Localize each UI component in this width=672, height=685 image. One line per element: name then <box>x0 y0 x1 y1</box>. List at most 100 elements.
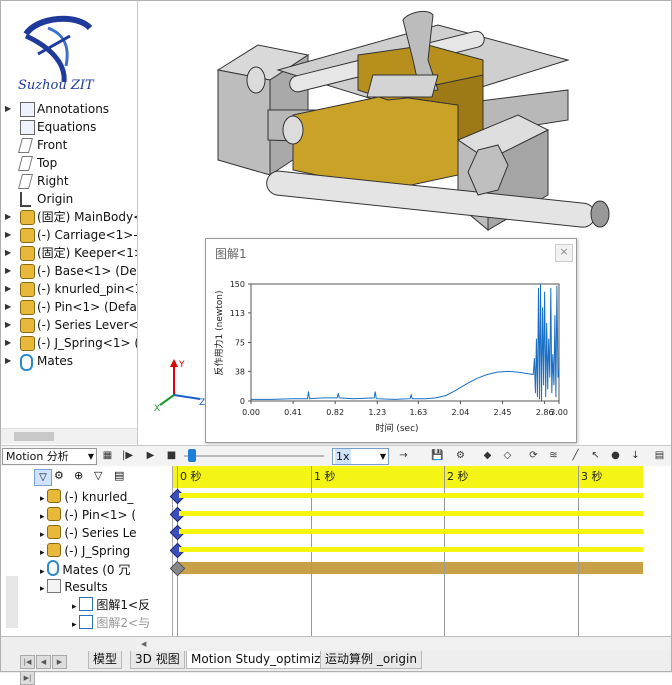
chevron-right-icon[interactable]: ▸ <box>40 512 47 522</box>
equations-icon <box>20 120 35 135</box>
add-key-icon[interactable]: ◇ <box>500 448 515 463</box>
timeline-second-label: 2 秒 <box>447 470 469 483</box>
tree-item-label: Top <box>37 156 58 170</box>
animation-wizard-icon[interactable]: ⚙ <box>453 448 468 463</box>
timeline-change-bar[interactable] <box>179 529 643 534</box>
tree-horizontal-scrollbar[interactable] <box>0 428 137 444</box>
chevron-right-icon[interactable]: ▸ <box>40 530 47 540</box>
play-icon[interactable]: ▶ <box>143 448 158 463</box>
motion-timeline[interactable]: 0 秒 1 秒 2 秒 3 秒 <box>169 466 672 636</box>
tree-item-label: Equations <box>37 120 97 134</box>
chart-y-tick-label: 113 <box>230 309 245 318</box>
chevron-right-icon[interactable]: ▶ <box>5 334 11 352</box>
timeline-change-bar[interactable] <box>179 511 643 516</box>
chevron-right-icon[interactable]: ▶ <box>5 280 11 298</box>
spring-icon[interactable]: ≋ <box>546 448 561 463</box>
part-icon <box>20 210 35 225</box>
tab-navigation-arrows: |◀ ◀ ▶ ▶| <box>20 653 82 685</box>
chart-x-tick-label: 2.04 <box>452 408 470 417</box>
force-icon[interactable]: ↖ <box>588 448 603 463</box>
chevron-right-icon[interactable]: ▶ <box>5 244 11 262</box>
stop-icon[interactable]: ■ <box>164 448 179 463</box>
chevron-right-icon[interactable]: ▸ <box>72 602 79 612</box>
timeline-mates-bar[interactable] <box>177 562 643 574</box>
filter-icon[interactable]: ▽ <box>34 469 52 486</box>
chart-x-tick-label: 0.82 <box>326 408 344 417</box>
tab-0[interactable]: 模型 <box>88 651 123 669</box>
chart-x-axis-label: 时间 (sec) <box>375 422 418 434</box>
motion-tree-scrollbar[interactable] <box>6 576 18 628</box>
playback-slider-thumb[interactable] <box>188 449 196 462</box>
filter-results-icon[interactable]: ▤ <box>114 469 124 482</box>
part-icon <box>47 525 62 539</box>
chevron-right-icon[interactable]: ▶ <box>5 100 11 118</box>
motion-tree-item[interactable]: ▸ Results <box>40 578 108 596</box>
motion-tree-item[interactable]: ▸ Mates (0 冗 <box>40 560 130 578</box>
filter-driving-icon[interactable]: ⊕ <box>74 469 83 482</box>
tree-item-label: Mates <box>37 354 74 368</box>
save-animation-icon[interactable]: 💾 <box>430 448 445 463</box>
motion-tree-item[interactable]: ▸ 图解2<与 <box>72 614 150 632</box>
chart-x-tick-label: 0.41 <box>284 408 302 417</box>
tab-3[interactable]: 运动算例 _origin <box>320 651 422 669</box>
next-tab-icon[interactable]: ▶ <box>52 655 67 669</box>
study-type-select[interactable]: Motion 分析 ▼ <box>2 448 97 465</box>
motion-tree-item-label: (-) knurled_ <box>64 490 134 504</box>
filter-animated-icon[interactable]: ⚙ <box>54 469 64 482</box>
chart-x-tick-label: 2.45 <box>494 408 512 417</box>
motion-tree-item-label: Results <box>64 580 108 594</box>
chevron-right-icon[interactable]: ▸ <box>72 620 79 630</box>
motor-icon[interactable]: ⟳ <box>526 448 541 463</box>
timeline-second-label: 1 秒 <box>314 470 336 483</box>
chevron-right-icon[interactable]: ▶ <box>5 226 11 244</box>
tree-item-label: Right <box>37 174 69 188</box>
chevron-right-icon[interactable]: ▶ <box>5 262 11 280</box>
motion-tree-item-label: (-) Series Le <box>64 526 137 540</box>
chevron-down-icon[interactable]: ▼ <box>380 449 386 464</box>
playback-speed-select[interactable]: 1x ▼ <box>332 448 389 465</box>
prev-tab-icon[interactable]: ◀ <box>36 655 51 669</box>
chart-x-tick-label: 0.00 <box>242 408 260 417</box>
motion-tree-item[interactable]: ▸ (-) J_Spring <box>40 542 130 560</box>
tab-1[interactable]: 3D 视图 <box>130 651 185 669</box>
timeline-change-bar[interactable] <box>179 547 643 552</box>
contact-icon[interactable]: ● <box>608 448 623 463</box>
timeline-ruler[interactable] <box>173 466 643 488</box>
play-from-start-icon[interactable]: |▶ <box>120 448 135 463</box>
chevron-right-icon[interactable]: ▸ <box>40 494 47 504</box>
timeline-change-bar[interactable] <box>179 493 643 498</box>
first-tab-icon[interactable]: |◀ <box>20 655 35 669</box>
chevron-down-icon[interactable]: ▼ <box>88 449 94 464</box>
chart-y-tick-label: 75 <box>235 339 245 348</box>
motion-tree-item[interactable]: ▸ (-) Series Le <box>40 524 136 542</box>
damper-icon[interactable]: ╱ <box>568 448 583 463</box>
gravity-icon[interactable]: ↓ <box>628 448 643 463</box>
autokey-icon[interactable]: ◆ <box>480 448 495 463</box>
results-icon[interactable]: ▤ <box>652 448 667 463</box>
chevron-right-icon[interactable]: ▶ <box>5 298 11 316</box>
motion-tree-item[interactable]: ▸ 图解1<反 <box>72 596 150 614</box>
chevron-right-icon[interactable]: ▶ <box>5 208 11 226</box>
motion-tree-item-label: Mates (0 冗 <box>62 563 131 577</box>
tree-item-label: (-) J_Spring<1> (D <box>37 336 138 350</box>
chevron-right-icon[interactable]: ▶ <box>5 316 11 334</box>
timeline-second-label: 0 秒 <box>180 470 202 483</box>
chevron-right-icon[interactable]: ▸ <box>40 548 47 558</box>
last-tab-icon[interactable]: ▶| <box>20 671 35 685</box>
tab-2[interactable]: Motion Study_optimize <box>186 651 333 669</box>
chart-y-axis-label: 反作用力1 (newton) <box>213 291 225 376</box>
timeline-horizontal-scrollbar[interactable]: ◀ <box>137 637 672 651</box>
playback-mode-icon[interactable]: → <box>396 448 411 463</box>
motion-tree-item[interactable]: ▸ (-) Pin<1> ( <box>40 506 136 524</box>
chevron-right-icon[interactable]: ▸ <box>40 567 47 577</box>
part-icon <box>20 318 35 333</box>
chevron-right-icon[interactable]: ▶ <box>5 352 11 370</box>
graph-window[interactable]: 图解1 × 0.00 0.41 0.82 1.23 1.63 2.04 2.45 2.86 3.… <box>205 238 577 443</box>
mates-icon <box>47 560 60 576</box>
chevron-right-icon[interactable]: ▸ <box>40 584 47 594</box>
filter-selected-icon[interactable]: ▽ <box>94 469 102 482</box>
playback-slider-track[interactable] <box>184 455 324 457</box>
motion-tree-item[interactable]: ▸ (-) knurled_ <box>40 488 133 506</box>
calculator-icon[interactable]: ▦ <box>100 448 115 463</box>
part-icon <box>47 507 62 521</box>
